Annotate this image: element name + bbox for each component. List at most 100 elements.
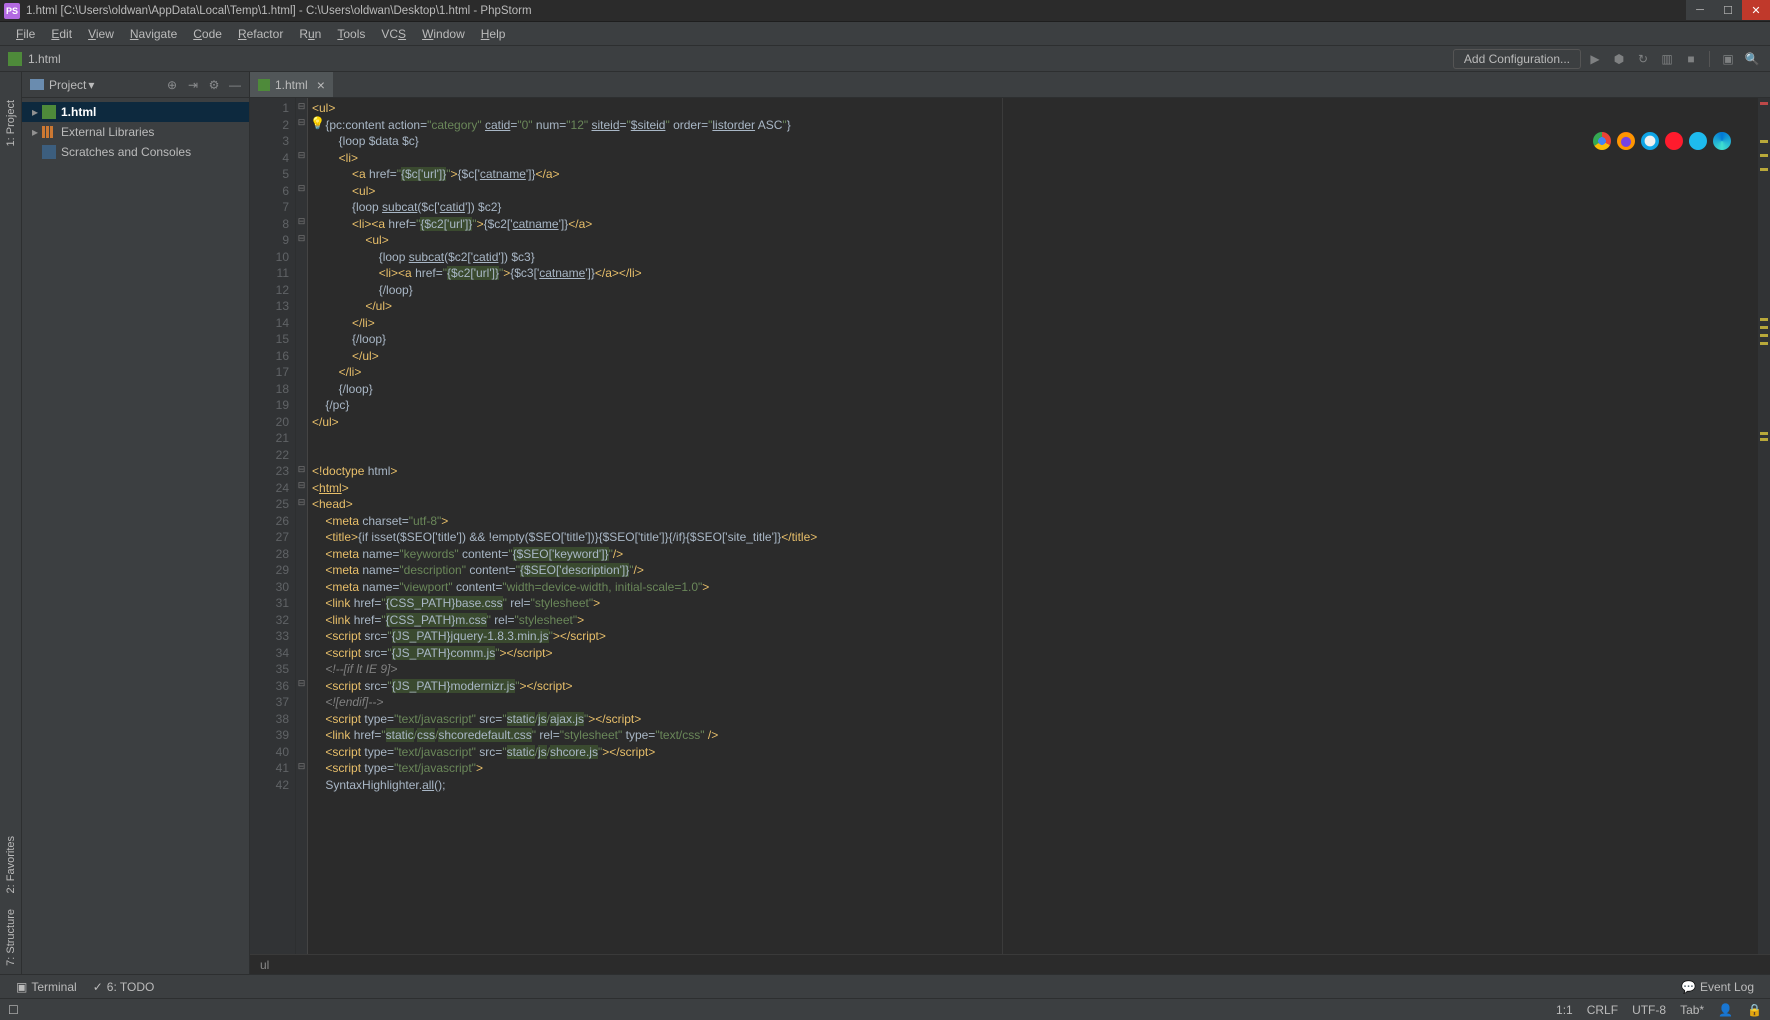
breadcrumb-item[interactable]: ul: [260, 958, 269, 972]
code-line[interactable]: <![endif]-->: [312, 694, 1758, 711]
warning-marker[interactable]: [1760, 326, 1768, 329]
edge-icon[interactable]: [1713, 132, 1731, 150]
code-line[interactable]: <ul>: [312, 232, 1758, 249]
tree-item-scratches[interactable]: Scratches and Consoles: [22, 142, 249, 162]
chevron-down-icon[interactable]: ▾: [88, 78, 94, 92]
add-configuration-button[interactable]: Add Configuration...: [1453, 49, 1581, 69]
intention-bulb-icon[interactable]: [310, 115, 324, 129]
code-line[interactable]: <script src="{JS_PATH}jquery-1.8.3.min.j…: [312, 628, 1758, 645]
code-line[interactable]: {/loop}: [312, 331, 1758, 348]
menu-tools[interactable]: Tools: [329, 27, 373, 41]
code-line[interactable]: <!--[if lt IE 9]>: [312, 661, 1758, 678]
code-line[interactable]: </li>: [312, 364, 1758, 381]
toolwindows-icon[interactable]: ☐: [8, 1003, 19, 1017]
code-line[interactable]: <head>: [312, 496, 1758, 513]
code-line[interactable]: <!doctype html>: [312, 463, 1758, 480]
code-line[interactable]: <ul>: [312, 183, 1758, 200]
code-line[interactable]: <a href="{$c['url']}">{$c['catname']}</a…: [312, 166, 1758, 183]
navbar-file[interactable]: 1.html: [28, 52, 61, 66]
chrome-icon[interactable]: [1593, 132, 1611, 150]
stop-icon[interactable]: ■: [1681, 49, 1701, 69]
menu-navigate[interactable]: Navigate: [122, 27, 185, 41]
tab-project[interactable]: 1: Project: [3, 92, 19, 154]
code-line[interactable]: <meta charset="utf-8">: [312, 513, 1758, 530]
expand-icon[interactable]: ⇥: [185, 77, 201, 93]
locate-icon[interactable]: ⊕: [164, 77, 180, 93]
code-line[interactable]: <script src="{JS_PATH}modernizr.js"></sc…: [312, 678, 1758, 695]
code-line[interactable]: <meta name="viewport" content="width=dev…: [312, 579, 1758, 596]
menu-window[interactable]: Window: [414, 27, 473, 41]
code-line[interactable]: SyntaxHighlighter.all();: [312, 777, 1758, 794]
code-line[interactable]: {loop subcat($c['catid']) $c2}: [312, 199, 1758, 216]
code-line[interactable]: {/loop}: [312, 381, 1758, 398]
warning-marker[interactable]: [1760, 318, 1768, 321]
tab-structure[interactable]: 7: Structure: [3, 901, 19, 974]
todo-tab[interactable]: ✓ 6: TODO: [85, 980, 163, 994]
safari-icon[interactable]: [1641, 132, 1659, 150]
code-line[interactable]: <link href="{CSS_PATH}base.css" rel="sty…: [312, 595, 1758, 612]
code-line[interactable]: {/pc}: [312, 397, 1758, 414]
code-line[interactable]: <meta name="description" content="{$SEO[…: [312, 562, 1758, 579]
maximize-button[interactable]: ☐: [1714, 0, 1742, 20]
code-line[interactable]: <meta name="keywords" content="{$SEO['ke…: [312, 546, 1758, 563]
code-area[interactable]: <ul> {pc:content action="category" catid…: [308, 98, 1758, 954]
code-line[interactable]: <html>: [312, 480, 1758, 497]
gear-icon[interactable]: ⚙: [206, 77, 222, 93]
indent[interactable]: Tab*: [1680, 1003, 1704, 1017]
code-line[interactable]: {loop subcat($c2['catid']) $c3}: [312, 249, 1758, 266]
menu-run[interactable]: Run: [291, 27, 329, 41]
code-line[interactable]: <title>{if isset($SEO['title']) && !empt…: [312, 529, 1758, 546]
code-line[interactable]: <link href="{CSS_PATH}m.css" rel="styles…: [312, 612, 1758, 629]
code-line[interactable]: [312, 447, 1758, 464]
close-icon[interactable]: ×: [317, 77, 325, 93]
warning-marker[interactable]: [1760, 334, 1768, 337]
warning-marker[interactable]: [1760, 168, 1768, 171]
code-line[interactable]: </ul>: [312, 298, 1758, 315]
search-icon[interactable]: 🔍: [1742, 49, 1762, 69]
hide-icon[interactable]: —: [227, 77, 243, 93]
code-line[interactable]: <ul>: [312, 100, 1758, 117]
error-stripe[interactable]: [1758, 98, 1770, 954]
tree-item-external[interactable]: ▸ External Libraries: [22, 122, 249, 142]
tab-1html[interactable]: 1.html ×: [250, 72, 334, 97]
code-line[interactable]: <li><a href="{$c2['url']}">{$c2['catname…: [312, 216, 1758, 233]
tab-favorites[interactable]: 2: Favorites: [3, 828, 19, 901]
menu-vcs[interactable]: VCS: [373, 27, 414, 41]
run-icon[interactable]: ▶: [1585, 49, 1605, 69]
menu-edit[interactable]: Edit: [43, 27, 80, 41]
terminal-tab[interactable]: ▣ Terminal: [8, 980, 85, 994]
layout-icon[interactable]: ▣: [1718, 49, 1738, 69]
code-line[interactable]: </li>: [312, 315, 1758, 332]
minimize-button[interactable]: ─: [1686, 0, 1714, 20]
ie-icon[interactable]: [1689, 132, 1707, 150]
menu-help[interactable]: Help: [473, 27, 514, 41]
code-line[interactable]: <script type="text/javascript" src="stat…: [312, 744, 1758, 761]
profile-icon[interactable]: ▥: [1657, 49, 1677, 69]
code-line[interactable]: <li><a href="{$c2['url']}">{$c3['catname…: [312, 265, 1758, 282]
tree-item-root[interactable]: ▸ 1.html: [22, 102, 249, 122]
code-line[interactable]: [312, 430, 1758, 447]
warning-marker[interactable]: [1760, 140, 1768, 143]
lock-icon[interactable]: 🔒: [1747, 1003, 1762, 1017]
editor-body[interactable]: 1234567891011121314151617181920212223242…: [250, 98, 1770, 954]
opera-icon[interactable]: [1665, 132, 1683, 150]
line-separator[interactable]: CRLF: [1587, 1003, 1618, 1017]
menu-file[interactable]: File: [8, 27, 43, 41]
warning-marker[interactable]: [1760, 154, 1768, 157]
code-line[interactable]: {pc:content action="category" catid="0" …: [312, 117, 1758, 134]
error-marker[interactable]: [1760, 102, 1768, 105]
close-button[interactable]: ✕: [1742, 0, 1770, 20]
warning-marker[interactable]: [1760, 432, 1768, 435]
inspection-icon[interactable]: 👤: [1718, 1003, 1733, 1017]
menu-refactor[interactable]: Refactor: [230, 27, 291, 41]
project-panel-title[interactable]: Project: [49, 78, 86, 92]
coverage-icon[interactable]: ↻: [1633, 49, 1653, 69]
cursor-position[interactable]: 1:1: [1556, 1003, 1573, 1017]
menu-code[interactable]: Code: [185, 27, 230, 41]
debug-icon[interactable]: ⬢: [1609, 49, 1629, 69]
warning-marker[interactable]: [1760, 342, 1768, 345]
code-line[interactable]: </ul>: [312, 348, 1758, 365]
encoding[interactable]: UTF-8: [1632, 1003, 1666, 1017]
code-line[interactable]: <link href="static/css/shcoredefault.css…: [312, 727, 1758, 744]
code-line[interactable]: <script type="text/javascript">: [312, 760, 1758, 777]
